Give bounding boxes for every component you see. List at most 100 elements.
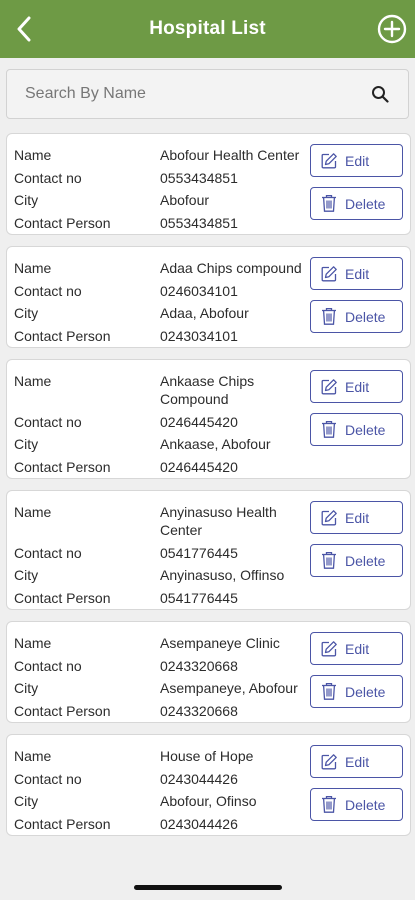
edit-button[interactable]: Edit [310,257,403,290]
city-label: City [14,567,39,583]
contact-no-label: Contact no [14,770,82,787]
contact-no-label: Contact no [14,413,82,430]
contact-person-label: Contact Person [14,458,111,475]
contact-person-value: 0243044426 [160,815,238,832]
edit-label: Edit [345,753,370,770]
edit-label: Edit [345,378,370,395]
name-row: Name House of Hope [14,745,307,768]
name-label: Name [14,748,52,764]
search-input[interactable] [25,85,370,103]
edit-button[interactable]: Edit [310,370,403,403]
name-label: Name [14,504,52,520]
delete-button[interactable]: Delete [310,544,403,577]
edit-label: Edit [345,152,370,169]
hospital-list: Name Abofour Health Center Contact no 05… [6,133,411,847]
name-row: Name Anyinasuso Health Center [14,501,307,542]
contact-no-row: Contact no 0243320668 [14,655,307,678]
contact-person-row: Contact Person 0246445420 [14,456,307,479]
search-bar [6,69,409,119]
delete-button[interactable]: Delete [310,788,403,821]
edit-icon [319,508,339,528]
search-icon[interactable] [370,84,390,104]
hospital-card: Name Ankaase Chips Compound Contact no 0… [6,359,411,479]
trash-icon [319,194,339,214]
edit-icon [319,377,339,397]
contact-no-row: Contact no 0246034101 [14,280,307,303]
name-label: Name [14,260,52,276]
hospital-card: Name Asempaneye Clinic Contact no 024332… [6,621,411,723]
city-label: City [14,793,39,809]
delete-button[interactable]: Delete [310,300,403,333]
hospital-name: Adaa Chips compound [160,260,302,276]
contact-person-row: Contact Person 0553434851 [14,212,307,235]
hospital-name: House of Hope [160,748,254,764]
city-label: City [14,436,39,452]
chevron-left-icon [17,16,31,42]
contact-person-label: Contact Person [14,214,111,231]
hospital-card: Name Adaa Chips compound Contact no 0246… [6,246,411,348]
delete-label: Delete [345,552,386,569]
delete-label: Delete [345,308,386,325]
trash-icon [319,420,339,440]
contact-no-label: Contact no [14,282,82,299]
trash-icon [319,682,339,702]
edit-button[interactable]: Edit [310,745,403,778]
hospital-card: Name House of Hope Contact no 0243044426… [6,734,411,836]
trash-icon [319,795,339,815]
edit-button[interactable]: Edit [310,144,403,177]
city-label: City [14,680,39,696]
hospital-name: Anyinasuso Health Center [160,504,277,538]
name-row: Name Asempaneye Clinic [14,632,307,655]
contact-person-row: Contact Person 0243320668 [14,700,307,723]
contact-person-row: Contact Person 0243044426 [14,813,307,836]
city-value: Anyinasuso, Offinso [160,567,285,583]
home-indicator [134,885,282,890]
city-value: Abofour [160,192,210,208]
city-value: Ankaase, Abofour [160,436,271,452]
edit-label: Edit [345,640,370,657]
contact-no-row: Contact no 0243044426 [14,768,307,791]
hospital-card: Name Anyinasuso Health Center Contact no… [6,490,411,610]
city-value: Adaa, Abofour [160,305,249,321]
edit-label: Edit [345,265,370,282]
hospital-name: Abofour Health Center [160,147,300,163]
city-row: City Abofour [14,189,307,212]
delete-button[interactable]: Delete [310,675,403,708]
delete-label: Delete [345,796,386,813]
plus-circle-icon [377,14,407,44]
add-hospital-button[interactable] [377,14,407,44]
name-row: Name Adaa Chips compound [14,257,307,280]
contact-no-value: 0243044426 [160,770,238,787]
contact-no-row: Contact no 0541776445 [14,542,307,565]
city-value: Asempaneye, Abofour [160,680,298,696]
delete-button[interactable]: Delete [310,413,403,446]
edit-button[interactable]: Edit [310,632,403,665]
contact-no-value: 0246034101 [160,282,238,299]
contact-person-label: Contact Person [14,327,111,344]
hospital-name: Asempaneye Clinic [160,635,280,651]
edit-icon [319,264,339,284]
delete-button[interactable]: Delete [310,187,403,220]
contact-person-value: 0243320668 [160,702,238,719]
contact-no-row: Contact no 0553434851 [14,167,307,190]
trash-icon [319,551,339,571]
edit-button[interactable]: Edit [310,501,403,534]
city-label: City [14,305,39,321]
hospital-name: Ankaase Chips Compound [160,373,255,407]
contact-no-value: 0246445420 [160,413,238,430]
contact-person-value: 0246445420 [160,458,238,475]
delete-label: Delete [345,195,386,212]
contact-no-label: Contact no [14,657,82,674]
delete-label: Delete [345,683,386,700]
city-row: City Adaa, Abofour [14,302,307,325]
contact-no-value: 0553434851 [160,169,238,186]
back-button[interactable] [10,12,38,46]
trash-icon [319,307,339,327]
edit-label: Edit [345,509,370,526]
contact-person-value: 0243034101 [160,327,238,344]
delete-label: Delete [345,421,386,438]
contact-no-label: Contact no [14,169,82,186]
contact-no-row: Contact no 0246445420 [14,411,307,434]
contact-no-label: Contact no [14,544,82,561]
city-label: City [14,192,39,208]
